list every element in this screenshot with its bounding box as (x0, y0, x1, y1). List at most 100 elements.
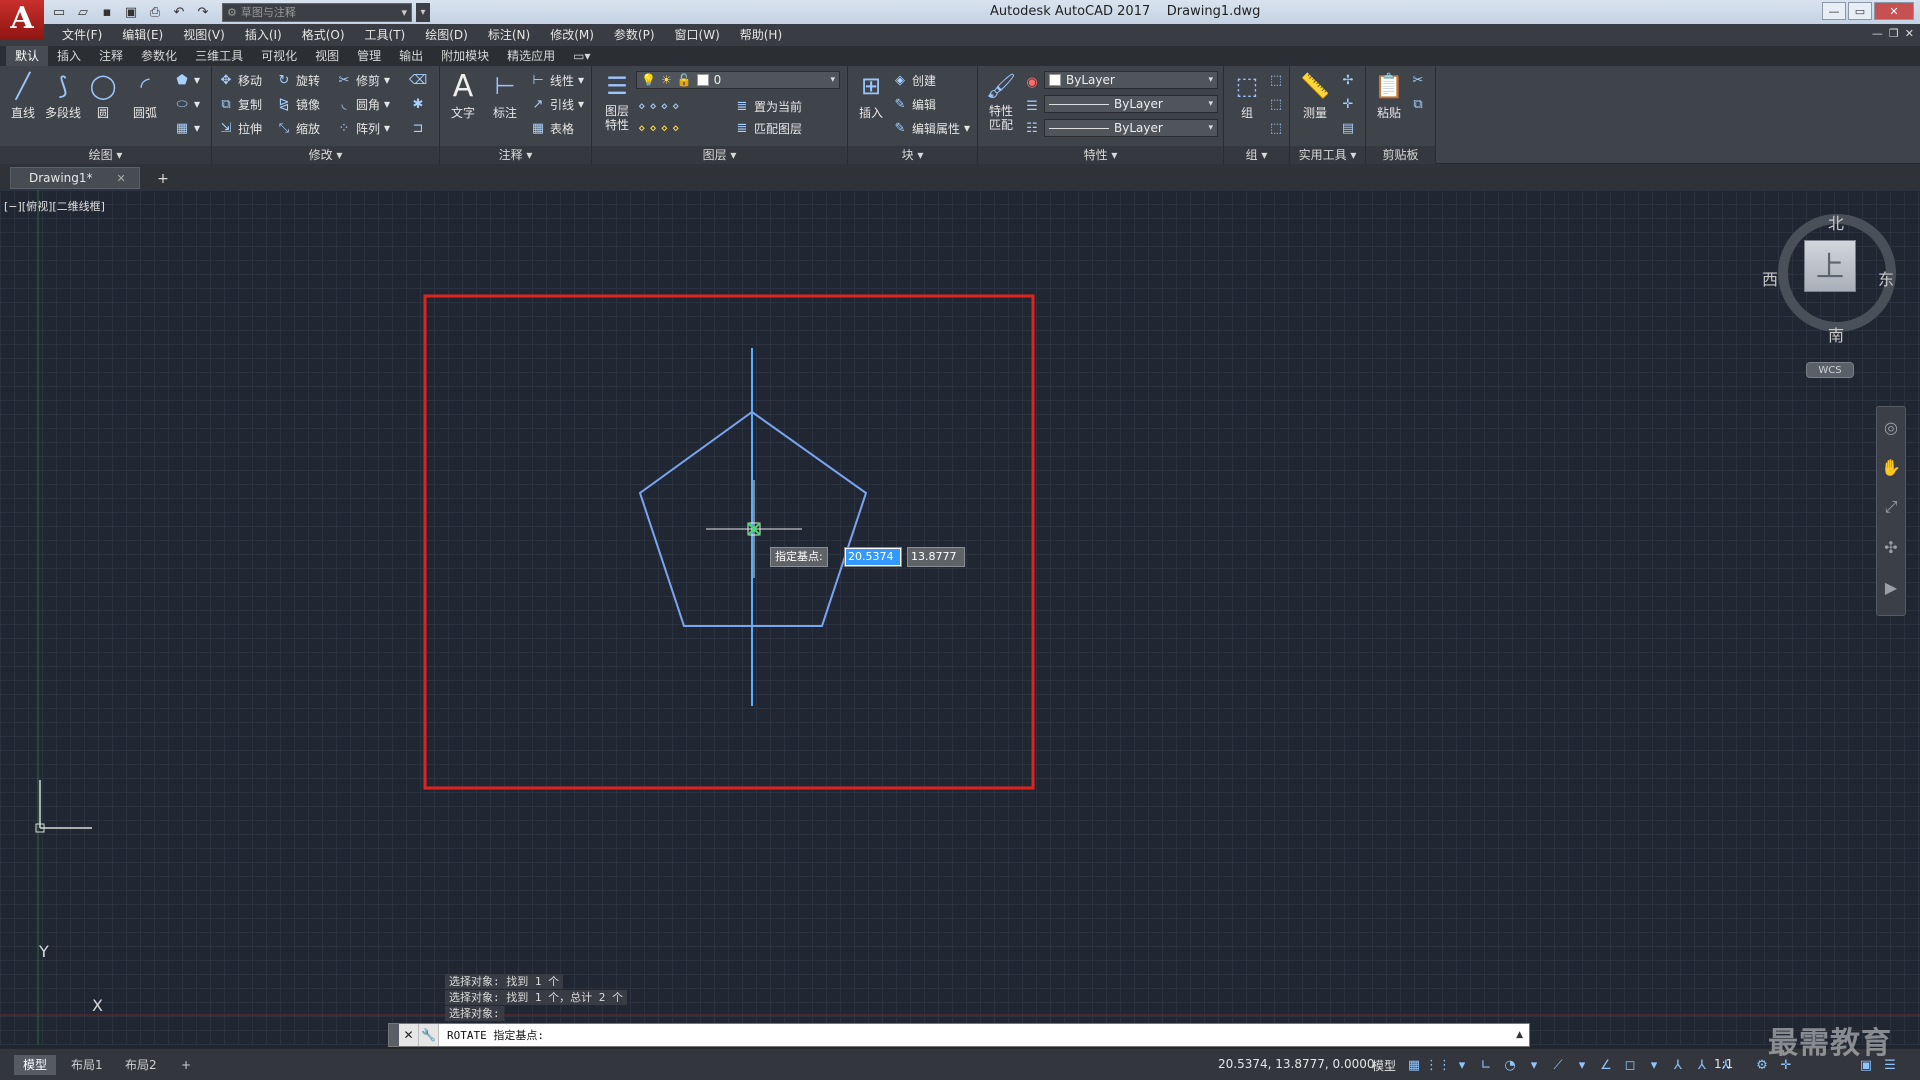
menu-edit[interactable]: 编辑(E) (112, 24, 173, 46)
minimize-button[interactable]: — (1822, 2, 1846, 20)
group-select-tool[interactable]: ⬚ (1268, 118, 1284, 138)
tab-options-toggle[interactable]: ▭▾ (564, 46, 599, 66)
isodraft-icon[interactable]: ⟋ (1548, 1055, 1568, 1075)
annotation-visibility-icon[interactable]: ⅄ (1668, 1055, 1688, 1075)
tab-insert[interactable]: 插入 (48, 46, 90, 66)
tab-featured-apps[interactable]: 精选应用 (498, 46, 564, 66)
compass-south[interactable]: 南 (1828, 322, 1844, 346)
pan-hand-icon[interactable]: ✋ (1877, 447, 1905, 487)
group-edit-tool[interactable]: ⬚ (1268, 94, 1284, 114)
grid-icon[interactable]: ▦ (1404, 1055, 1424, 1075)
trim-tool[interactable]: ✂ 修剪 ▾ (336, 70, 391, 90)
circle-tool[interactable]: ◯ 圆 (82, 70, 124, 121)
menu-view[interactable]: 视图(V) (173, 24, 235, 46)
point-style-tool[interactable]: ✛ (1340, 94, 1356, 114)
measure-tool[interactable]: 📏 测量 (1294, 70, 1336, 121)
object-snap-tracking-icon[interactable]: ∠ (1596, 1055, 1616, 1075)
array-tool[interactable]: ⁘ 阵列 ▾ (336, 118, 391, 138)
menu-file[interactable]: 文件(F) (52, 24, 112, 46)
layout-tab-layout2[interactable]: 布局2 (116, 1055, 166, 1075)
steering-wheel-icon[interactable]: ◎ (1877, 407, 1905, 447)
showmotion-icon[interactable]: ▶ (1877, 567, 1905, 607)
compass-east[interactable]: 东 (1878, 266, 1894, 290)
doc-close-button[interactable]: ✕ (1905, 27, 1914, 40)
open-file-icon[interactable]: ▱ (72, 2, 94, 22)
color-dropdown[interactable]: ByLayer ▾ (1044, 71, 1218, 89)
dynamic-input-y[interactable]: 13.8777 (907, 547, 965, 567)
ellipse-tool[interactable]: ⬭ ▾ (174, 94, 200, 114)
tab-manage[interactable]: 管理 (348, 46, 390, 66)
layer-tools-row2[interactable]: ⋄ ⋄ ⋄ ⋄ (638, 118, 680, 138)
menu-draw[interactable]: 绘图(D) (415, 24, 478, 46)
zoom-extents-icon[interactable]: ⤢ (1877, 487, 1905, 527)
create-block-tool[interactable]: ◈ 创建 (892, 70, 936, 90)
layer-properties-tool[interactable]: ☰ 图层 特性 (596, 70, 638, 132)
group-tool[interactable]: ⬚ 组 (1226, 70, 1268, 121)
menu-help[interactable]: 帮助(H) (730, 24, 792, 46)
command-line-grip[interactable] (389, 1024, 399, 1046)
chevron-up-icon[interactable]: ▲ (1516, 1030, 1523, 1040)
panel-draw-title[interactable]: 绘图 ▾ (0, 146, 211, 164)
erase-tool[interactable]: ⌫ (409, 70, 427, 90)
set-current-tool[interactable]: ≣ 置为当前 (734, 96, 802, 116)
compass-north[interactable]: 北 (1828, 210, 1844, 234)
undo-icon[interactable]: ↶ (168, 2, 190, 22)
snap-icon[interactable]: ⋮⋮ (1425, 1055, 1451, 1075)
tab-addins[interactable]: 附加模块 (432, 46, 498, 66)
ortho-icon[interactable]: ∟ (1476, 1055, 1496, 1075)
print-icon[interactable]: ⎙ (144, 2, 166, 22)
chevron-down-icon[interactable]: ▾ (1452, 1055, 1472, 1075)
copy-clip-tool[interactable]: ⧉ (1410, 94, 1426, 114)
edit-block-tool[interactable]: ✎ 编辑 (892, 94, 936, 114)
auto-scale-icon[interactable]: ⅄ (1692, 1055, 1712, 1075)
lineweight-dropdown[interactable]: ByLayer ▾ (1044, 119, 1218, 137)
tab-3d-tools[interactable]: 三维工具 (186, 46, 252, 66)
drawing-canvas[interactable]: [−][俯视][二维线框] 指定基点: 20.5374 13.8777 上 北 … (0, 190, 1920, 1045)
annotation-scale[interactable]: 1:1 (1714, 1057, 1733, 1071)
line-tool[interactable]: ╱ 直线 (2, 70, 44, 121)
explode-tool[interactable]: ✱ (410, 94, 426, 114)
match-properties-tool[interactable]: 🖌 特性 匹配 (980, 70, 1022, 132)
calculator-tool[interactable]: ▤ (1340, 118, 1356, 138)
tab-output[interactable]: 输出 (390, 46, 432, 66)
tab-view[interactable]: 视图 (306, 46, 348, 66)
polar-icon[interactable]: ◔ (1500, 1055, 1520, 1075)
rotate-tool[interactable]: ↻ 旋转 (276, 70, 320, 90)
menu-window[interactable]: 窗口(W) (665, 24, 730, 46)
layout-tab-layout1[interactable]: 布局1 (62, 1055, 112, 1075)
save-as-icon[interactable]: ▣ (120, 2, 142, 22)
panel-modify-title[interactable]: 修改 ▾ (212, 146, 439, 164)
tab-parametric[interactable]: 参数化 (132, 46, 186, 66)
orbit-icon[interactable]: ✣ (1877, 527, 1905, 567)
wrench-icon[interactable]: 🔧 (419, 1024, 439, 1046)
chevron-down-icon[interactable]: ▾ (1524, 1055, 1544, 1075)
menu-parametric[interactable]: 参数(P) (604, 24, 665, 46)
text-tool[interactable]: A 文字 (442, 69, 484, 121)
tab-visualize[interactable]: 可视化 (252, 46, 306, 66)
menu-dimension[interactable]: 标注(N) (478, 24, 540, 46)
menu-format[interactable]: 格式(O) (292, 24, 355, 46)
menu-modify[interactable]: 修改(M) (540, 24, 604, 46)
offset-tool[interactable]: ⊐ (410, 118, 426, 138)
table-tool[interactable]: ▦ 表格 (530, 118, 574, 138)
new-file-icon[interactable]: ▭ (48, 2, 70, 22)
close-button[interactable]: ✕ (1874, 2, 1914, 20)
linetype-dropdown[interactable]: ByLayer ▾ (1044, 95, 1218, 113)
linear-dim-tool[interactable]: ⊢ 线性 ▾ (530, 70, 584, 90)
viewcube-top-face[interactable]: 上 (1804, 240, 1856, 292)
cut-tool[interactable]: ✂ (1410, 70, 1426, 90)
app-menu-button[interactable]: A (0, 0, 44, 40)
save-icon[interactable]: ▪ (96, 2, 118, 22)
edit-attribute-tool[interactable]: ✎ 编辑属性 ▾ (892, 118, 971, 138)
panel-annotation-title[interactable]: 注释 ▾ (440, 146, 591, 164)
dynamic-input-x[interactable]: 20.5374 (844, 547, 902, 567)
mirror-tool[interactable]: ⧎ 镜像 (276, 94, 320, 114)
compass-west[interactable]: 西 (1762, 266, 1778, 290)
model-space-toggle[interactable]: 模型 (1372, 1057, 1396, 1074)
stretch-tool[interactable]: ⇲ 拉伸 (218, 118, 262, 138)
copy-tool[interactable]: ⧉ 复制 (218, 94, 262, 114)
add-layout-button[interactable]: + (172, 1055, 200, 1075)
menu-tools[interactable]: 工具(T) (355, 24, 416, 46)
insert-block-tool[interactable]: ⊞ 插入 (850, 70, 892, 121)
close-icon[interactable]: ✕ (117, 172, 126, 185)
